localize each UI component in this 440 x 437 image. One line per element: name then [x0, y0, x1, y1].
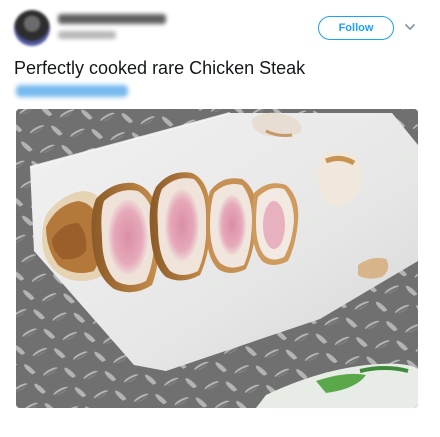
avatar[interactable]	[14, 10, 50, 46]
follow-button[interactable]: Follow	[318, 16, 394, 40]
steak-slice	[252, 183, 299, 265]
tweet-photo[interactable]	[16, 109, 418, 408]
steak-slice	[206, 178, 257, 273]
tweet-text: Perfectly cooked rare Chicken Steak	[14, 58, 306, 78]
username-redacted[interactable]	[58, 31, 116, 39]
steak-slice	[149, 172, 211, 281]
display-name-redacted[interactable]	[58, 14, 166, 24]
hashtag-redacted[interactable]	[16, 85, 128, 97]
chicken-steak-photo	[16, 109, 418, 408]
chevron-down-icon[interactable]	[403, 20, 417, 34]
